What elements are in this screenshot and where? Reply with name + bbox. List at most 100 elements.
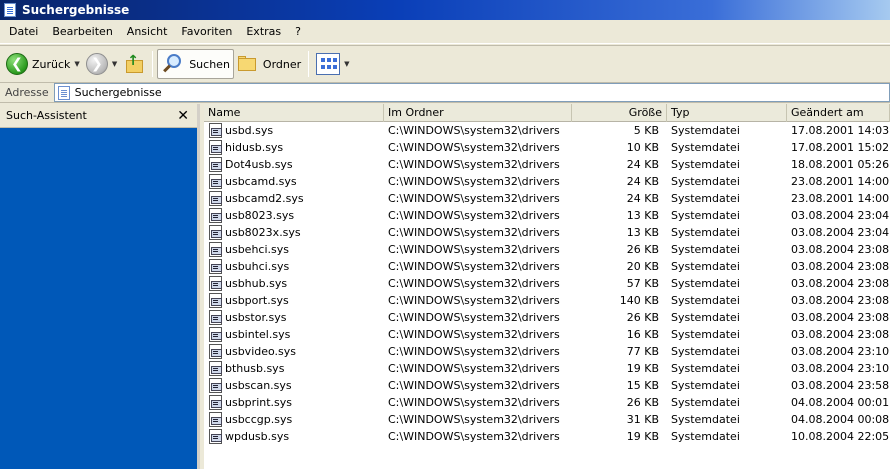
table-row[interactable]: usbcamd.sys C:\WINDOWS\system32\drivers 24… — [204, 173, 890, 190]
system-file-icon — [209, 293, 222, 308]
file-name-cell[interactable]: usbport.sys — [204, 293, 384, 308]
table-row[interactable]: usbstor.sys C:\WINDOWS\system32\drivers 26… — [204, 309, 890, 326]
table-row[interactable]: usbvideo.sys C:\WINDOWS\system32\drivers 7… — [204, 343, 890, 360]
file-size: 24 KB — [626, 175, 659, 188]
table-row[interactable]: usbprint.sys C:\WINDOWS\system32\drivers 2… — [204, 394, 890, 411]
back-label: Zurück — [32, 57, 71, 71]
forward-button[interactable]: ❯ ▼ — [83, 49, 120, 79]
file-name-cell[interactable]: usbintel.sys — [204, 327, 384, 342]
file-modified: 03.08.2004 23:08 — [791, 260, 890, 273]
file-name-cell[interactable]: usbuhci.sys — [204, 259, 384, 274]
file-type: Systemdatei — [671, 396, 740, 409]
system-file-icon — [209, 378, 222, 393]
forward-dropdown-icon[interactable]: ▼ — [112, 60, 117, 68]
file-name-cell[interactable]: usbscan.sys — [204, 378, 384, 393]
file-type: Systemdatei — [671, 158, 740, 171]
file-folder: C:\WINDOWS\system32\drivers — [388, 158, 560, 171]
file-modified: 04.08.2004 00:01 — [791, 396, 890, 409]
menu-edit[interactable]: Bearbeiten — [45, 20, 119, 44]
table-row[interactable]: usbport.sys C:\WINDOWS\system32\drivers 14… — [204, 292, 890, 309]
system-file-icon — [209, 412, 222, 427]
file-name: usbstor.sys — [225, 311, 287, 324]
menu-favorites[interactable]: Favoriten — [174, 20, 239, 44]
file-folder: C:\WINDOWS\system32\drivers — [388, 124, 560, 137]
table-row[interactable]: Dot4usb.sys C:\WINDOWS\system32\drivers 24… — [204, 156, 890, 173]
views-button[interactable]: ▼ — [313, 49, 352, 79]
views-dropdown-icon[interactable]: ▼ — [344, 60, 349, 68]
file-name-cell[interactable]: usbccgp.sys — [204, 412, 384, 427]
file-size: 26 KB — [626, 311, 659, 324]
file-folder: C:\WINDOWS\system32\drivers — [388, 311, 560, 324]
file-name: usbintel.sys — [225, 328, 291, 341]
file-name-cell[interactable]: hidusb.sys — [204, 140, 384, 155]
file-name-cell[interactable]: usbprint.sys — [204, 395, 384, 410]
table-row[interactable]: bthusb.sys C:\WINDOWS\system32\drivers 19 … — [204, 360, 890, 377]
system-file-icon — [209, 429, 222, 444]
table-row[interactable]: usb8023.sys C:\WINDOWS\system32\drivers 13… — [204, 207, 890, 224]
folders-label: Ordner — [262, 57, 302, 71]
menu-file[interactable]: Datei — [2, 20, 45, 44]
table-row[interactable]: wpdusb.sys C:\WINDOWS\system32\drivers 19 … — [204, 428, 890, 445]
file-modified: 03.08.2004 23:08 — [791, 311, 890, 324]
system-file-icon — [209, 208, 222, 223]
table-row[interactable]: usbuhci.sys C:\WINDOWS\system32\drivers 20… — [204, 258, 890, 275]
file-folder: C:\WINDOWS\system32\drivers — [388, 260, 560, 273]
file-name-cell[interactable]: usbstor.sys — [204, 310, 384, 325]
folders-button[interactable]: Ordner — [234, 49, 304, 79]
file-name-cell[interactable]: usbcamd.sys — [204, 174, 384, 189]
file-folder: C:\WINDOWS\system32\drivers — [388, 277, 560, 290]
file-name-cell[interactable]: usb8023x.sys — [204, 225, 384, 240]
table-row[interactable]: usbd.sys C:\WINDOWS\system32\drivers 5 KB S… — [204, 122, 890, 139]
menu-help[interactable]: ? — [288, 20, 308, 44]
table-row[interactable]: usbccgp.sys C:\WINDOWS\system32\drivers 31… — [204, 411, 890, 428]
file-modified: 03.08.2004 23:58 — [791, 379, 890, 392]
table-row[interactable]: usb8023x.sys C:\WINDOWS\system32\drivers 1… — [204, 224, 890, 241]
table-row[interactable]: usbehci.sys C:\WINDOWS\system32\drivers 26… — [204, 241, 890, 258]
file-type: Systemdatei — [671, 192, 740, 205]
close-icon[interactable]: ✕ — [177, 108, 189, 124]
file-folder: C:\WINDOWS\system32\drivers — [388, 192, 560, 205]
back-button[interactable]: ❮ Zurück ▼ — [3, 49, 83, 79]
results-list: Name Im Ordner Größe Typ Geändert am usb… — [204, 104, 890, 469]
file-name-cell[interactable]: usbehci.sys — [204, 242, 384, 257]
file-size: 10 KB — [626, 141, 659, 154]
file-name-cell[interactable]: usbcamd2.sys — [204, 191, 384, 206]
forward-arrow-icon: ❯ — [85, 53, 108, 75]
file-name-cell[interactable]: bthusb.sys — [204, 361, 384, 376]
column-header-type[interactable]: Typ — [667, 104, 787, 122]
table-row[interactable]: hidusb.sys C:\WINDOWS\system32\drivers 10 … — [204, 139, 890, 156]
file-name-cell[interactable]: Dot4usb.sys — [204, 157, 384, 172]
file-modified: 03.08.2004 23:04 — [791, 226, 890, 239]
file-name-cell[interactable]: usbd.sys — [204, 123, 384, 138]
file-modified: 03.08.2004 23:08 — [791, 243, 890, 256]
search-button[interactable]: Suchen — [157, 49, 234, 79]
file-name-cell[interactable]: usb8023.sys — [204, 208, 384, 223]
file-size: 140 KB — [619, 294, 659, 307]
table-row[interactable]: usbhub.sys C:\WINDOWS\system32\drivers 57 … — [204, 275, 890, 292]
file-name-cell[interactable]: wpdusb.sys — [204, 429, 384, 444]
column-header-folder[interactable]: Im Ordner — [384, 104, 572, 122]
back-dropdown-icon[interactable]: ▼ — [74, 60, 79, 68]
file-modified: 10.08.2004 22:05 — [791, 430, 890, 443]
search-assistant-body — [0, 128, 197, 469]
system-file-icon — [209, 259, 222, 274]
search-label: Suchen — [189, 57, 230, 71]
views-icon — [316, 53, 341, 75]
file-name: usbprint.sys — [225, 396, 292, 409]
address-field[interactable]: Suchergebnisse — [53, 83, 890, 102]
file-name-cell[interactable]: usbhub.sys — [204, 276, 384, 291]
up-button[interactable]: ↑ — [120, 49, 148, 79]
menu-tools[interactable]: Extras — [239, 20, 288, 44]
file-folder: C:\WINDOWS\system32\drivers — [388, 345, 560, 358]
column-header-modified[interactable]: Geändert am — [787, 104, 890, 122]
table-row[interactable]: usbscan.sys C:\WINDOWS\system32\drivers 15… — [204, 377, 890, 394]
table-row[interactable]: usbcamd2.sys C:\WINDOWS\system32\drivers 2… — [204, 190, 890, 207]
file-folder: C:\WINDOWS\system32\drivers — [388, 175, 560, 188]
column-header-name[interactable]: Name — [204, 104, 384, 122]
column-header-size[interactable]: Größe — [572, 104, 667, 122]
file-name-cell[interactable]: usbvideo.sys — [204, 344, 384, 359]
system-file-icon — [209, 276, 222, 291]
menu-view[interactable]: Ansicht — [120, 20, 175, 44]
table-row[interactable]: usbintel.sys C:\WINDOWS\system32\drivers 1… — [204, 326, 890, 343]
file-size: 26 KB — [626, 396, 659, 409]
